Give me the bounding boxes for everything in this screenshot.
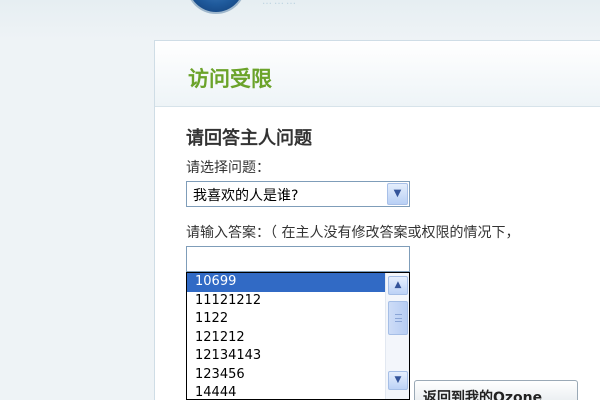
chevron-down-icon[interactable]: ▼ [387,183,408,205]
scrollbar-thumb[interactable] [388,301,408,335]
return-to-ozone-button[interactable]: 返回到我的Ozone [414,380,578,400]
autocomplete-item[interactable]: 121212 [187,329,386,348]
autocomplete-item[interactable]: 123456 [187,366,386,385]
autocomplete-item[interactable]: 1122 [187,310,386,329]
logo-text: ……… [262,0,298,6]
globe-logo-icon [186,0,246,14]
panel-header: 访问受限 [155,41,600,107]
answer-label: 请输入答案：（ 在主人没有修改答案或权限的情况下， [186,225,520,241]
autocomplete-item[interactable]: 12134143 [187,347,386,366]
page-title: 访问受限 [188,67,272,91]
answer-input[interactable] [186,246,410,272]
question-select-value: 我喜欢的人是谁? [193,188,299,204]
chevron-down-icon[interactable]: ▼ [388,371,408,390]
autocomplete-dropdown[interactable]: 10699 11121212 1122 121212 12134143 1234… [186,272,410,400]
autocomplete-item[interactable]: 10699 [187,273,386,292]
question-label: 请选择问题： [186,160,270,176]
chevron-up-icon[interactable]: ▲ [388,276,408,295]
autocomplete-item[interactable]: 14444 [187,384,386,399]
autocomplete-scrollbar[interactable]: ▲ ▼ [385,273,409,399]
autocomplete-list: 10699 11121212 1122 121212 12134143 1234… [187,273,386,399]
section-title: 请回答主人问题 [186,128,312,149]
top-header: ……… [0,0,600,40]
autocomplete-item[interactable]: 11121212 [187,292,386,311]
question-select[interactable]: 我喜欢的人是谁? ▼ [186,181,410,207]
grip-icon [395,314,402,322]
